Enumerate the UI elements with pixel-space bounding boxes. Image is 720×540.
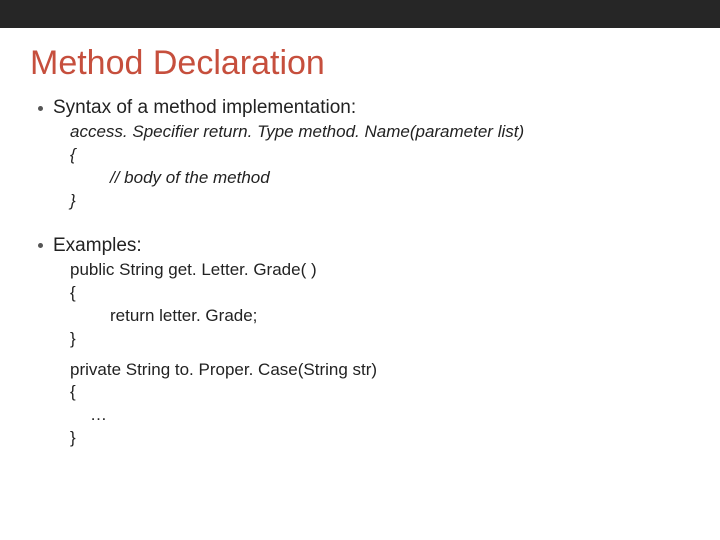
example1-close-brace: }	[70, 328, 690, 351]
example2-close-brace: }	[70, 427, 690, 450]
example1-body: return letter. Grade;	[110, 305, 690, 328]
example2-body: …	[90, 404, 690, 427]
bullet-dot-icon	[38, 243, 43, 248]
bullet-dot-icon	[38, 106, 43, 111]
bullet-syntax: Syntax of a method implementation:	[38, 97, 690, 119]
bullet-examples-text: Examples:	[53, 235, 142, 257]
syntax-signature: access. Specifier return. Type method. N…	[70, 121, 690, 144]
slide-content: Method Declaration Syntax of a method im…	[0, 28, 720, 450]
syntax-close-brace: }	[70, 190, 690, 213]
syntax-open-brace: {	[70, 144, 690, 167]
slide-title: Method Declaration	[30, 44, 690, 83]
example2-signature: private String to. Proper. Case(String s…	[70, 359, 690, 382]
bullet-examples: Examples:	[38, 235, 690, 257]
top-bar	[0, 0, 720, 28]
example1-signature: public String get. Letter. Grade( )	[70, 259, 690, 282]
example2-open-brace: {	[70, 381, 690, 404]
bullet-syntax-text: Syntax of a method implementation:	[53, 97, 356, 119]
syntax-body: // body of the method	[110, 167, 690, 190]
example1-open-brace: {	[70, 282, 690, 305]
